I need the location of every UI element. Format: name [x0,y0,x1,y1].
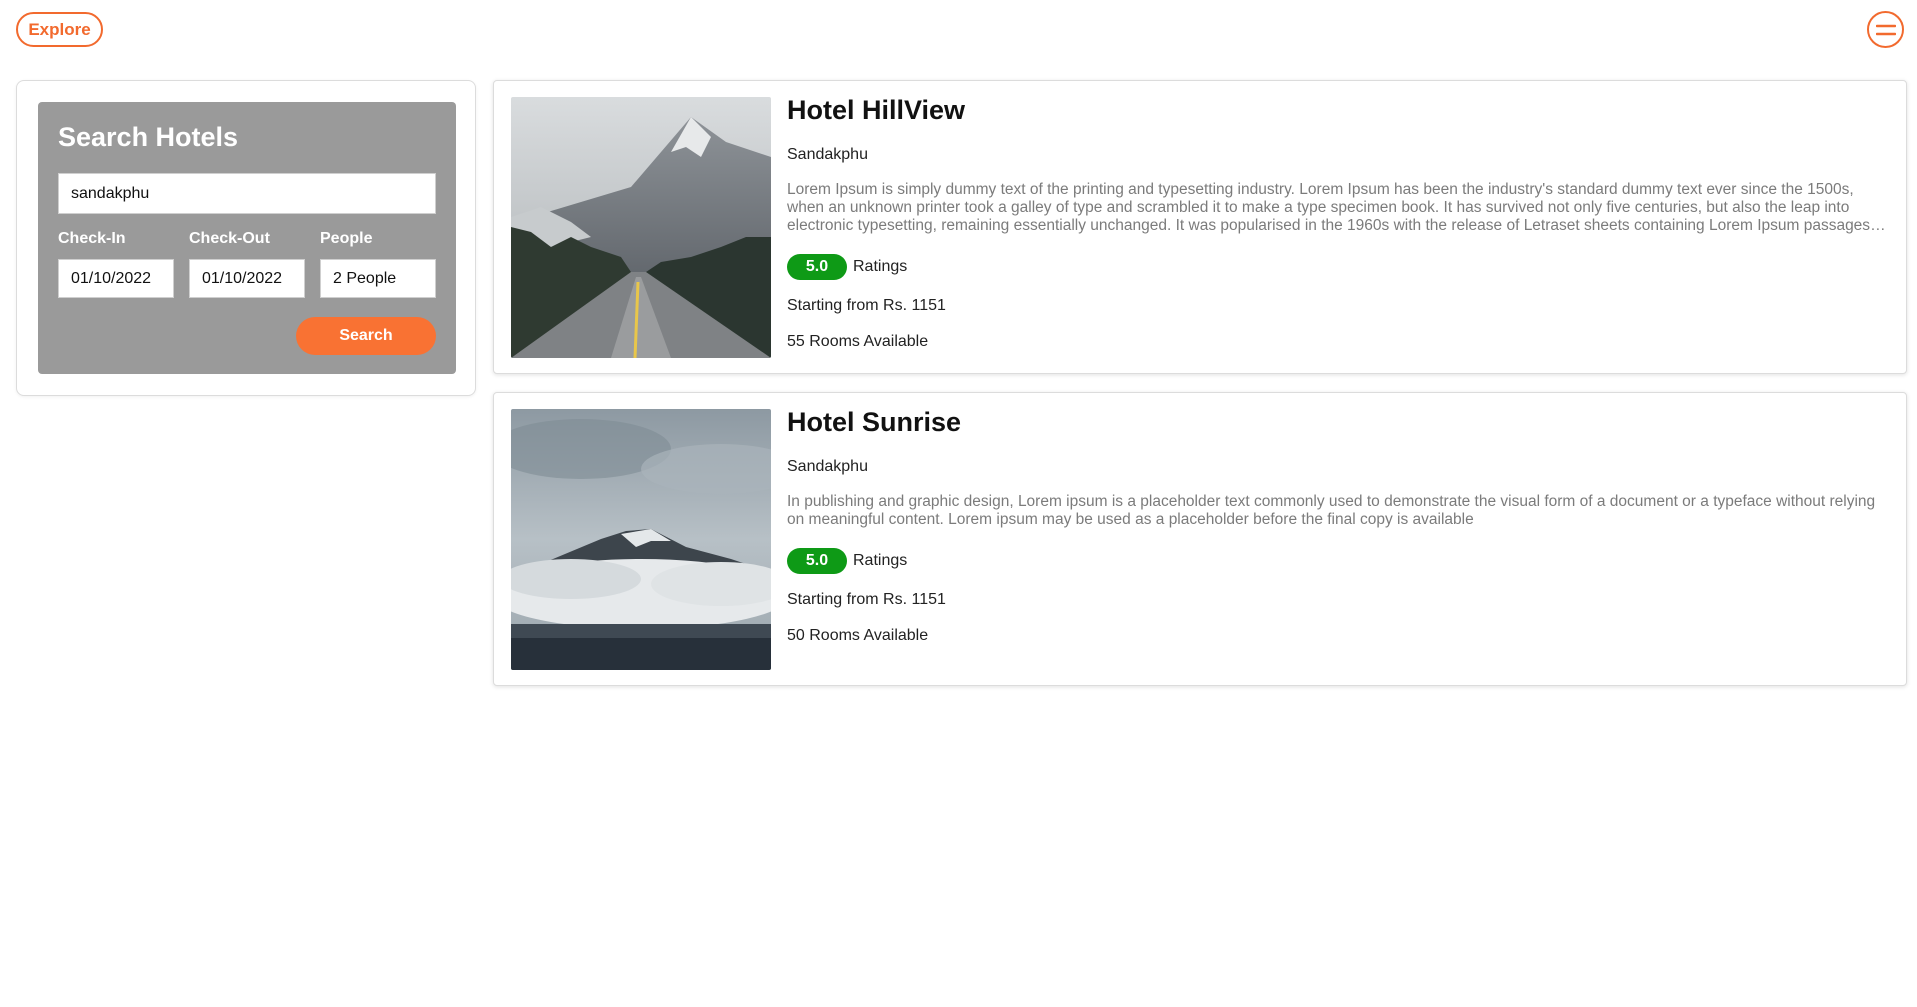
hotel-rooms: 50 Rooms Available [787,627,929,644]
hotel-card[interactable]: Hotel HillView Sandakphu Lorem Ipsum is … [493,80,1907,374]
menu-icon [1875,24,1896,35]
mountain-road-photo [511,97,771,358]
hotel-location: Sandakphu [787,458,868,475]
rating-badge: 5.0 [787,254,847,280]
checkin-input[interactable] [58,259,174,298]
hotel-name[interactable]: Hotel Sunrise [787,407,961,438]
search-form: Search Hotels Check-In Check-Out People … [38,102,456,374]
rating-badge: 5.0 [787,548,847,574]
rating-row: 5.0 Ratings [787,548,907,574]
hotel-description: In publishing and graphic design, Lorem … [787,493,1876,528]
checkout-label: Check-Out [189,230,270,247]
search-title: Search Hotels [58,122,239,152]
search-panel: Search Hotels Check-In Check-Out People … [16,80,476,396]
rating-label: Ratings [853,258,908,275]
menu-button[interactable] [1867,11,1904,48]
explore-button[interactable]: Explore [16,12,103,47]
people-label: People [320,230,373,247]
hotel-rooms: 55 Rooms Available [787,333,929,350]
hotel-location: Sandakphu [787,146,868,163]
search-button[interactable]: Search [296,317,436,355]
hotel-price: Starting from Rs. 1151 [787,591,946,608]
rating-label: Ratings [853,552,908,569]
hotel-card[interactable]: Hotel Sunrise Sandakphu In publishing an… [493,392,1907,686]
cloudy-mountain-photo [511,409,771,670]
rating-row: 5.0 Ratings [787,254,907,280]
checkin-label: Check-In [58,230,126,247]
people-input[interactable] [320,259,436,298]
location-input[interactable] [58,173,436,214]
hotel-description: Lorem Ipsum is simply dummy text of the … [787,181,1875,234]
hotel-price: Starting from Rs. 1151 [787,297,946,314]
checkout-input[interactable] [189,259,305,298]
hotel-name[interactable]: Hotel HillView [787,95,965,126]
